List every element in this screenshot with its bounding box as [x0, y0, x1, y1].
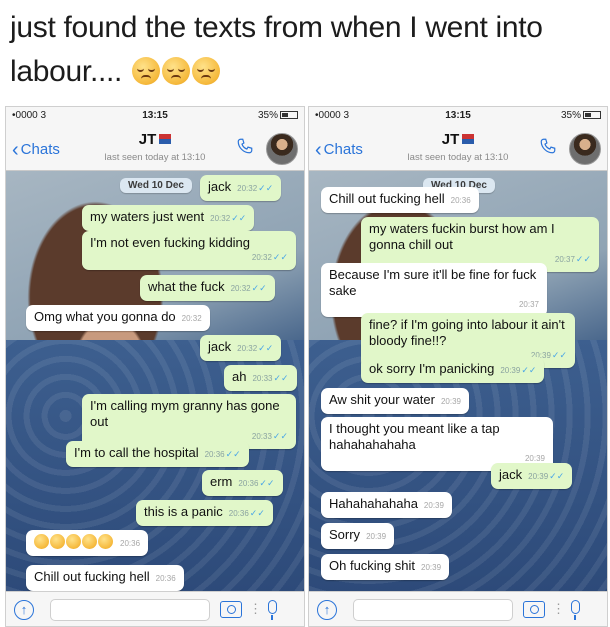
status-bar: •0000 3 13:15 35% — [309, 107, 607, 125]
message-bubble[interactable]: Chill out fucking hell 20:36 — [321, 187, 479, 213]
message-bubble[interactable]: jack 20:32✓✓ — [200, 335, 282, 361]
contact-name: JT — [6, 131, 304, 148]
message-bubble[interactable]: my waters just went 20:32✓✓ — [82, 205, 255, 231]
flag-icon — [159, 134, 172, 144]
battery-percent: 35% — [257, 110, 278, 121]
disappointed-face-icon — [50, 534, 65, 549]
message-bubble[interactable]: I'm not even fucking kidding 20:32✓✓ — [82, 231, 296, 270]
message-bubble[interactable]: ah 20:33✓✓ — [224, 365, 297, 391]
disappointed-face-icon — [34, 534, 49, 549]
disappointed-face-icon — [132, 57, 161, 85]
disappointed-face-icon — [192, 57, 221, 85]
disappointed-face-icon — [82, 534, 97, 549]
message-bubble[interactable]: Omg what you gonna do 20:32 — [26, 305, 210, 331]
message-bubble[interactable]: Chill out fucking hell 20:36 — [26, 565, 184, 591]
message-bubble[interactable]: this is a panic 20:36✓✓ — [136, 500, 273, 526]
phone-call-icon[interactable] — [539, 137, 557, 155]
message-bubble[interactable]: jack 20:39✓✓ — [491, 463, 573, 489]
message-bubble[interactable]: ok sorry I'm panicking 20:39✓✓ — [361, 357, 545, 383]
flag-icon — [462, 134, 475, 144]
disappointed-face-icon — [98, 534, 113, 549]
emoji-row — [34, 533, 114, 550]
upload-icon[interactable]: ↑ — [317, 600, 337, 620]
separator-dots-icon: ⋮ — [249, 601, 262, 616]
battery-icon — [583, 111, 601, 119]
battery-indicator: 35% — [258, 110, 298, 121]
message-bubble[interactable]: I'm to call the hospital 20:36✓✓ — [66, 441, 249, 467]
message-bubble[interactable]: what the fuck 20:32✓✓ — [140, 275, 275, 301]
disappointed-face-icon — [66, 534, 81, 549]
message-bubble[interactable]: Aw shit your water 20:39 — [321, 388, 469, 414]
message-input[interactable] — [50, 599, 210, 621]
phone-call-icon[interactable] — [236, 137, 254, 155]
message-bubble[interactable]: Hahahahahaha 20:39 — [321, 492, 452, 518]
contact-name: JT — [309, 131, 607, 148]
message-bubble[interactable]: 20:36 — [26, 530, 149, 556]
message-bubble[interactable]: jack 20:32✓✓ — [200, 175, 282, 201]
contact-avatar[interactable] — [266, 133, 298, 165]
meme-caption: just found the texts from when I went in… — [10, 6, 600, 94]
date-separator: Wed 10 Dec — [120, 178, 192, 193]
chat-header: ‹ Chats JT last seen today at 13:10 — [309, 125, 607, 171]
input-bar: ↑ ⋮ — [309, 591, 607, 626]
caption-text: just found the texts from when I went in… — [10, 11, 543, 88]
battery-percent: 35% — [560, 110, 581, 121]
message-bubble[interactable]: Oh fucking shit 20:39 — [321, 554, 450, 580]
message-bubble[interactable]: erm 20:36✓✓ — [202, 470, 283, 496]
screenshot-right: •0000 3 13:15 35% ‹ Chats JT last seen to… — [308, 106, 608, 627]
contact-info[interactable]: JT last seen today at 13:10 — [309, 131, 607, 163]
message-bubble[interactable]: Because I'm sure it'll be fine for fuck … — [321, 263, 547, 317]
battery-indicator: 35% — [561, 110, 601, 121]
contact-info[interactable]: JT last seen today at 13:10 — [6, 131, 304, 163]
chat-header: ‹ Chats JT last seen today at 13:10 — [6, 125, 304, 171]
camera-icon[interactable] — [220, 601, 242, 618]
camera-icon[interactable] — [523, 601, 545, 618]
upload-icon[interactable]: ↑ — [14, 600, 34, 620]
contact-avatar[interactable] — [569, 133, 601, 165]
message-bubble[interactable]: Sorry 20:39 — [321, 523, 395, 549]
last-seen: last seen today at 13:10 — [104, 152, 206, 163]
disappointed-face-icon — [162, 57, 191, 85]
last-seen: last seen today at 13:10 — [407, 152, 509, 163]
message-input[interactable] — [353, 599, 513, 621]
microphone-icon[interactable] — [571, 600, 580, 620]
microphone-icon[interactable] — [268, 600, 277, 620]
battery-icon — [280, 111, 298, 119]
input-bar: ↑ ⋮ — [6, 591, 304, 626]
status-bar: •0000 3 13:15 35% — [6, 107, 304, 125]
screenshot-left: •0000 3 13:15 35% ‹ Chats JT last seen to… — [5, 106, 305, 627]
separator-dots-icon: ⋮ — [552, 601, 565, 616]
